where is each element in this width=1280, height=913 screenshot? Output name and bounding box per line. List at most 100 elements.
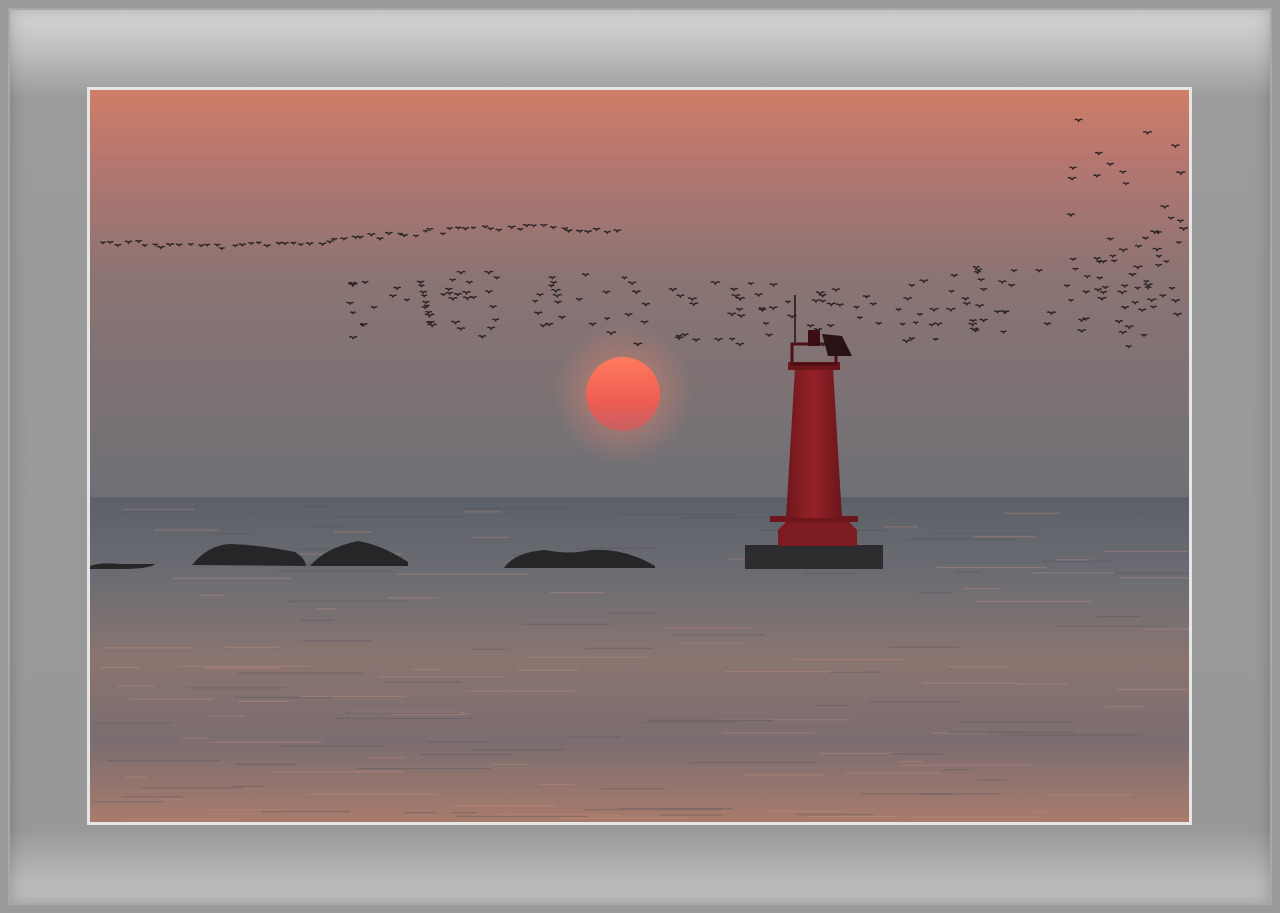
sea-ripple [681, 642, 746, 644]
sea-ripple [1103, 550, 1189, 553]
sea-ripple [527, 656, 647, 659]
sea-ripple [451, 812, 477, 814]
sea-ripple [948, 666, 1010, 668]
sea-ripple [868, 701, 959, 703]
sea-ripple [141, 787, 242, 789]
sea-ripple [466, 690, 576, 692]
sea-ripple [279, 745, 386, 747]
sea-ripple [463, 511, 501, 513]
photograph [90, 90, 1189, 822]
sea-ripple [680, 517, 775, 519]
sea-ripple [584, 809, 724, 811]
sea-ripple [540, 783, 575, 785]
sea-ripple [805, 815, 900, 818]
sea-ripple [954, 571, 981, 573]
sea-ripple [972, 536, 1036, 538]
sea-ripple [303, 505, 328, 507]
sea-ripple [1119, 577, 1189, 579]
setting-sun [586, 357, 660, 431]
sea-ripple [617, 807, 733, 810]
sea-ripple [123, 818, 241, 820]
sea-ripple [815, 704, 850, 706]
sea-ripple [153, 529, 219, 531]
sea-ripple [844, 772, 941, 774]
sea-ripple [172, 577, 292, 579]
sea-ripple [232, 785, 266, 787]
sea-ripple [300, 695, 406, 698]
sea-ripple [180, 665, 311, 667]
sea-ripple [1118, 817, 1189, 819]
sea-ripple [357, 768, 491, 770]
sea-ripple [470, 536, 509, 539]
sea-ripple [102, 647, 193, 649]
sea-ripple [647, 719, 774, 721]
sea-ripple [1057, 625, 1168, 627]
sea-ripple [601, 788, 665, 790]
sea-ripple [569, 736, 622, 738]
sea-ripple [1096, 615, 1140, 618]
sea-ripple [796, 814, 874, 816]
sea-ripple [100, 666, 141, 669]
sea-ripple [664, 627, 751, 629]
sea-ripple [1045, 793, 1132, 796]
sea-ripple [233, 696, 300, 699]
sea-ripple [335, 516, 465, 518]
sea-ripple [889, 646, 959, 648]
sea-ripple [659, 814, 724, 816]
sea-ripple [107, 760, 221, 762]
sea-ripple [1001, 734, 1138, 736]
sea-ripple [455, 815, 587, 818]
sea-ripple [1017, 683, 1068, 685]
sea-ripple [310, 526, 349, 528]
sea-ripple [300, 619, 335, 622]
sea-ripple [471, 648, 506, 650]
sea-ripple [898, 760, 923, 763]
sea-ripple [238, 700, 290, 702]
sea-ripple [388, 597, 440, 599]
sea-ripple [559, 817, 694, 819]
sea-ripple [960, 721, 1074, 723]
sea-ripple [910, 816, 1040, 818]
sea-ripple [210, 533, 253, 535]
sea-ripple [490, 763, 530, 765]
sea-ripple [608, 612, 657, 614]
sea-ripple [116, 685, 156, 687]
sea-ripple [619, 514, 738, 516]
sea-ripple [1142, 628, 1189, 630]
sea-ripple [944, 769, 970, 771]
sea-ripple [412, 668, 441, 671]
sea-ripple [1055, 559, 1090, 561]
sea-ripple [427, 741, 489, 743]
sea-ripple [207, 715, 244, 717]
sea-ripple [936, 566, 1047, 569]
sea-ripple [368, 757, 403, 759]
sea-ripple [181, 737, 209, 739]
sea-ripple [597, 814, 621, 816]
sea-ripple [93, 722, 171, 724]
sea-ripple [906, 538, 1016, 540]
sea-ripple [935, 532, 1035, 534]
sea-ripple [1115, 572, 1189, 574]
sea-ripple [335, 717, 474, 719]
sea-ripple [745, 774, 824, 776]
sea-ripple [198, 594, 226, 596]
sea-ripple [92, 801, 163, 803]
sea-ripple [315, 608, 337, 610]
sea-ripple [261, 811, 351, 813]
sea-ripple [883, 526, 919, 528]
sea-ripple [378, 676, 505, 678]
sea-ripple [392, 713, 467, 715]
sea-ripple [205, 809, 284, 811]
sea-ripple [306, 793, 439, 795]
sea-ripple [889, 753, 943, 755]
sea-ripple [829, 671, 881, 673]
sea-ripple [585, 647, 653, 649]
sea-ripple [1030, 572, 1114, 574]
sea-ripple [302, 640, 372, 642]
sea-ripple [204, 667, 281, 669]
sea-ripple [573, 547, 657, 549]
sea-ripple [672, 634, 765, 636]
sea-ripple [187, 687, 286, 689]
sea-ripple [522, 623, 611, 625]
sea-ripple [129, 698, 213, 700]
